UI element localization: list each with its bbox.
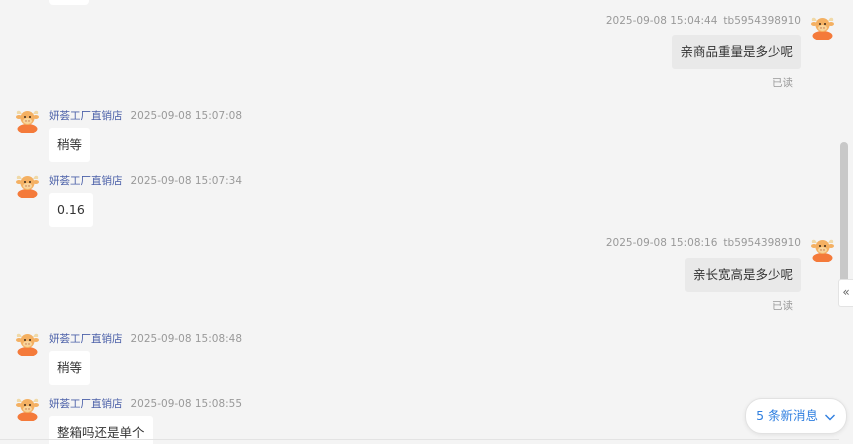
chevron-down-icon bbox=[825, 414, 835, 420]
new-messages-label: 5 条新消息 bbox=[756, 408, 819, 423]
message-time: 2025-09-08 15:07:34 bbox=[130, 175, 243, 187]
message-meta: 妍荟工厂直销店 2025-09-08 15:07:34 bbox=[49, 173, 242, 188]
user-avatar-icon[interactable] bbox=[810, 15, 835, 40]
message-meta: 2025-09-08 15:04:44 tb5954398910 bbox=[606, 15, 801, 27]
message-bubble: 亲长宽高是多少呢 bbox=[684, 258, 801, 292]
message-bubble: 稍等 bbox=[49, 351, 91, 385]
message-meta: 妍荟工厂直销店 2025-09-08 15:08:55 bbox=[49, 396, 242, 411]
shop-avatar-icon[interactable] bbox=[15, 396, 40, 421]
new-messages-button[interactable]: 5 条新消息 bbox=[745, 398, 847, 434]
message-meta: 妍荟工厂直销店 2025-09-08 15:07:08 bbox=[49, 108, 242, 123]
collapse-sidebar-button[interactable]: « bbox=[838, 279, 853, 307]
read-status: 已读 bbox=[772, 300, 793, 312]
message-bubble: 0.16 bbox=[49, 193, 93, 227]
message-meta: 妍荟工厂直销店 2025-09-08 15:08:48 bbox=[49, 331, 242, 346]
message-meta: 2025-09-08 15:08:16 tb5954398910 bbox=[606, 237, 801, 249]
shop-name: 妍荟工厂直销店 bbox=[49, 398, 123, 410]
shop-avatar-icon[interactable] bbox=[15, 331, 40, 356]
user-avatar-icon[interactable] bbox=[810, 237, 835, 262]
message-bubble: 亲商品重量是多少呢 bbox=[672, 35, 801, 69]
shop-avatar-icon[interactable] bbox=[15, 173, 40, 198]
scrollbar-thumb[interactable] bbox=[840, 142, 848, 290]
divider bbox=[0, 439, 839, 440]
shop-name: 妍荟工厂直销店 bbox=[49, 175, 123, 187]
message-time: 2025-09-08 15:07:08 bbox=[130, 110, 243, 122]
shop-name: 妍荟工厂直销店 bbox=[49, 333, 123, 345]
message-time: 2025-09-08 15:04:44 bbox=[605, 15, 718, 27]
message-bubble-partial bbox=[49, 0, 89, 5]
chat-message-pane[interactable]: 2025-09-08 15:04:44 tb5954398910 亲商品重量是多少… bbox=[0, 0, 853, 444]
message-sender: tb5954398910 bbox=[723, 237, 801, 249]
shop-name: 妍荟工厂直销店 bbox=[49, 110, 123, 122]
read-status: 已读 bbox=[772, 77, 793, 89]
message-time: 2025-09-08 15:08:48 bbox=[130, 333, 243, 345]
message-bubble: 稍等 bbox=[49, 128, 91, 162]
message-sender: tb5954398910 bbox=[723, 15, 801, 27]
shop-avatar-icon[interactable] bbox=[15, 108, 40, 133]
message-time: 2025-09-08 15:08:16 bbox=[605, 237, 718, 249]
message-time: 2025-09-08 15:08:55 bbox=[130, 398, 243, 410]
